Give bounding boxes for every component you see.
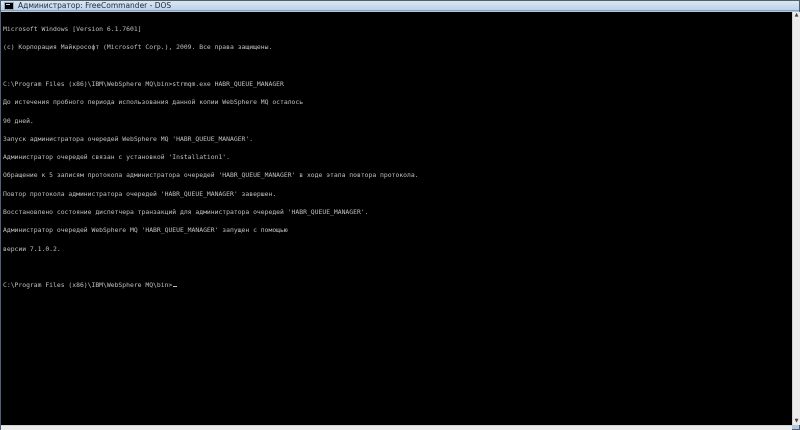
console-line: C:\Program Files (x86)\IBM\WebSphere MQ\… bbox=[3, 80, 284, 89]
horizontal-scrollbar[interactable] bbox=[1, 425, 792, 430]
console-line: Обращение к 5 записям протокола админист… bbox=[3, 171, 419, 180]
console-prompt: C:\Program Files (x86)\IBM\WebSphere MQ\… bbox=[3, 281, 173, 290]
console-line: Администратор очередей WebSphere MQ 'HAB… bbox=[3, 226, 288, 235]
scroll-up-arrow-icon[interactable]: ▲ bbox=[793, 12, 800, 19]
console-text: Microsoft Windows [Version 6.1.7601] (c)… bbox=[3, 14, 419, 300]
console-line: Запуск администратора очередей WebSphere… bbox=[3, 134, 254, 143]
console-line: Администратор очередей связан с установк… bbox=[3, 153, 231, 162]
window-title: Администратор: FreeCommander - DOS bbox=[18, 1, 172, 10]
console-line: До истечения пробного периода использова… bbox=[3, 98, 304, 107]
text-cursor bbox=[173, 286, 178, 288]
console-line: версии 7.1.0.2. bbox=[3, 244, 61, 253]
console-output-area[interactable]: Microsoft Windows [Version 6.1.7601] (c)… bbox=[1, 12, 792, 425]
console-line: Повтор протокола администратора очередей… bbox=[3, 189, 277, 198]
title-bar[interactable]: Администратор: FreeCommander - DOS bbox=[1, 1, 799, 11]
console-prompt-line[interactable]: C:\Program Files (x86)\IBM\WebSphere MQ\… bbox=[3, 282, 419, 288]
vertical-scrollbar[interactable]: ▲ ▼ bbox=[792, 12, 800, 425]
console-line: Восстановлено состояние диспетчера транз… bbox=[3, 208, 369, 216]
console-icon[interactable] bbox=[4, 2, 14, 10]
console-line: (c) Корпорация Майкрософт (Microsoft Cor… bbox=[3, 43, 273, 52]
console-line: Microsoft Windows [Version 6.1.7601] bbox=[3, 25, 142, 34]
console-window: Администратор: FreeCommander - DOS Micro… bbox=[0, 0, 800, 430]
scroll-down-arrow-icon[interactable]: ▼ bbox=[793, 418, 800, 425]
console-line: 90 дней. bbox=[3, 116, 34, 125]
